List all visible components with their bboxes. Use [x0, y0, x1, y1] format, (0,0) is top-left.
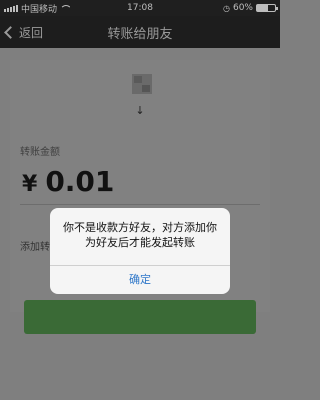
divider: [20, 204, 260, 205]
recipient-nickname: ↓: [135, 104, 145, 117]
battery-percent: 60%: [232, 3, 253, 13]
back-button[interactable]: 返回: [0, 16, 43, 48]
chevron-left-icon: [4, 25, 17, 39]
battery-fill: [257, 5, 268, 11]
amount-input[interactable]: ¥ 0.01: [22, 165, 114, 198]
transfer-button[interactable]: [24, 300, 256, 334]
dialog-message: 你不是收款方好友，对方添加你为好友后才能发起转账: [63, 221, 217, 249]
dialog-confirm-button[interactable]: 确定: [50, 266, 230, 294]
wifi-icon: [60, 4, 71, 12]
nav-bar: 返回 转账给朋友: [0, 16, 280, 48]
back-label: 返回: [19, 25, 44, 40]
carrier-label: 中国移动: [21, 4, 58, 15]
battery-icon: [256, 4, 278, 12]
alarm-icon: ◷: [223, 3, 230, 13]
alert-dialog: 你不是收款方好友，对方添加你为好友后才能发起转账 确定: [50, 208, 230, 294]
add-note-link[interactable]: 添加转: [20, 238, 50, 253]
currency-symbol: ¥: [22, 172, 38, 197]
status-time: 17:08: [127, 3, 153, 13]
recipient-avatar: [132, 74, 152, 94]
status-bar: 中国移动 17:08 ◷ 60%: [0, 0, 280, 16]
amount-value: 0.01: [45, 165, 115, 198]
amount-label: 转账金额: [20, 147, 60, 158]
signal-icon: [4, 4, 18, 12]
